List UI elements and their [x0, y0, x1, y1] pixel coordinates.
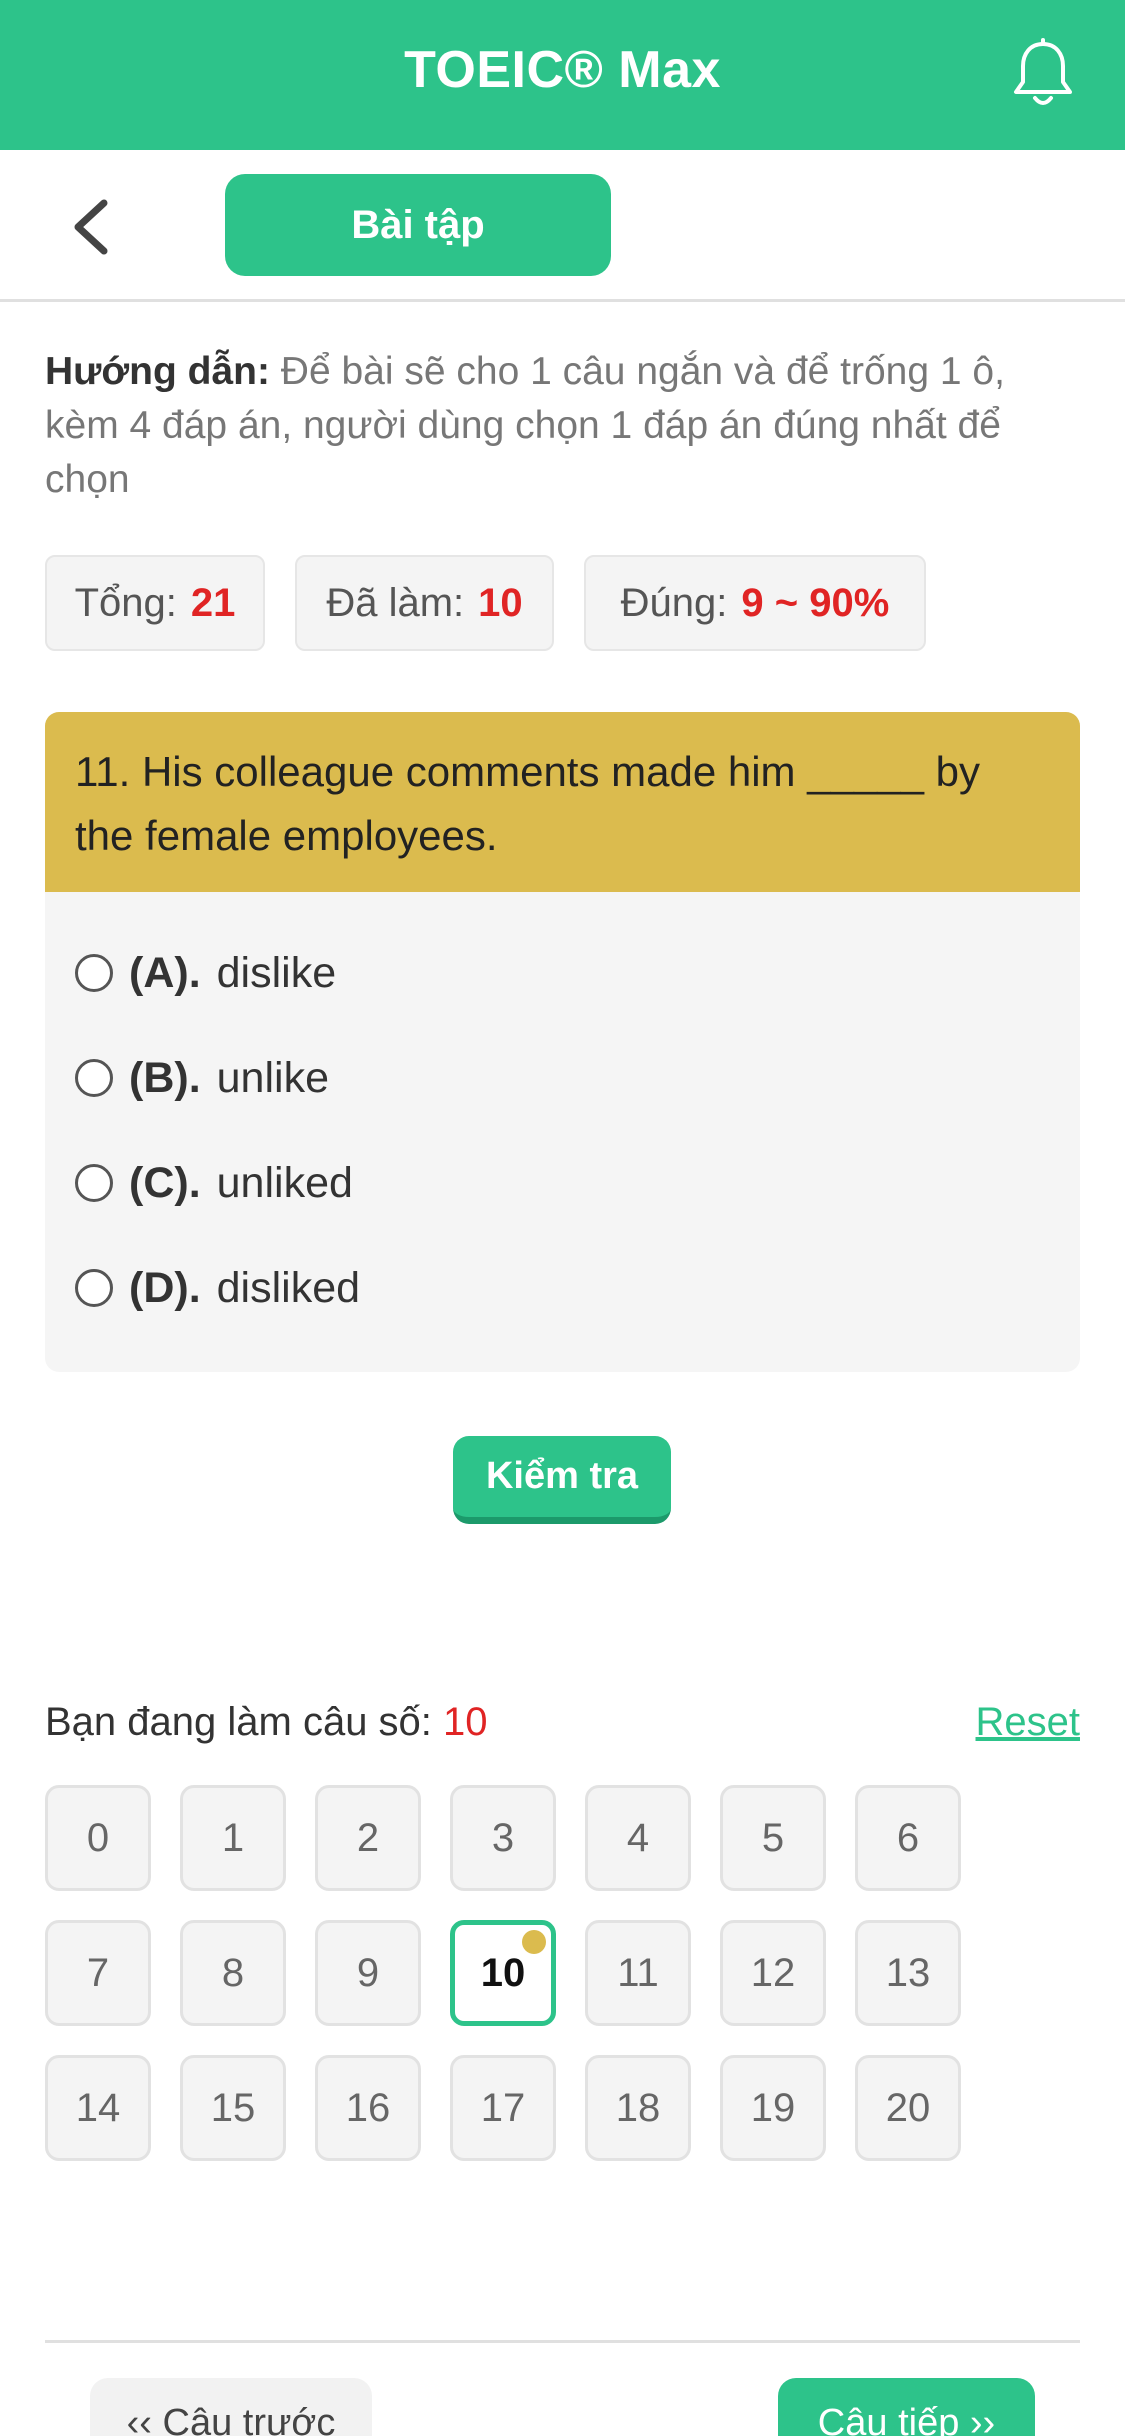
- option-c[interactable]: (C). unliked: [75, 1148, 353, 1218]
- stat-total: Tổng: 21: [45, 555, 265, 651]
- question-number[interactable]: 12: [720, 1920, 826, 2026]
- question-number-label: 8: [221, 1950, 245, 1995]
- stat-done: Đã làm: 10: [295, 555, 554, 651]
- question-number-label: 16: [345, 2085, 391, 2130]
- question-number[interactable]: 1: [180, 1785, 286, 1891]
- question-number-label: 6: [896, 1815, 920, 1860]
- instructions: Hướng dẫn: Để bài sẽ cho 1 câu ngắn và đ…: [45, 345, 1085, 507]
- question-number[interactable]: 20: [855, 2055, 961, 2161]
- stat-correct: Đúng: 9 ~ 90%: [584, 555, 926, 651]
- question-number[interactable]: 9: [315, 1920, 421, 2026]
- option-c-key: (C).: [129, 1158, 201, 1207]
- tab-exercises[interactable]: Bài tập: [225, 174, 611, 276]
- question-number-label: 3: [491, 1815, 515, 1860]
- question-number[interactable]: 0: [45, 1785, 151, 1891]
- app-header: TOEIC® Max: [0, 0, 1125, 150]
- stat-correct-label: Đúng:: [620, 580, 728, 625]
- question-number-label: 0: [86, 1815, 110, 1860]
- progress-text: Bạn đang làm câu số:: [45, 1700, 432, 1744]
- instructions-label: Hướng dẫn:: [45, 350, 270, 393]
- option-b-key: (B).: [129, 1053, 201, 1102]
- question-number[interactable]: 14: [45, 2055, 151, 2161]
- question-number-label: 9: [356, 1950, 380, 1995]
- radio-c[interactable]: [75, 1164, 113, 1202]
- option-b-text: unlike: [216, 1053, 329, 1102]
- question-number-label: 4: [626, 1815, 650, 1860]
- check-button[interactable]: Kiểm tra: [453, 1436, 671, 1524]
- question-number-label: 11: [617, 1950, 659, 1995]
- radio-b[interactable]: [75, 1059, 113, 1097]
- question-number-label: 14: [75, 2085, 121, 2130]
- question-number[interactable]: 6: [855, 1785, 961, 1891]
- radio-a[interactable]: [75, 954, 113, 992]
- stat-total-label: Tổng:: [74, 580, 177, 625]
- radio-d[interactable]: [75, 1269, 113, 1307]
- question-number-label: 1: [221, 1815, 245, 1860]
- question-text: 11. His colleague comments made him ____…: [45, 712, 1080, 892]
- app-title: TOEIC® Max: [404, 41, 721, 99]
- chevron-left-icon[interactable]: [62, 195, 122, 259]
- question-number[interactable]: 17: [450, 2055, 556, 2161]
- bell-icon[interactable]: [1010, 38, 1076, 110]
- option-d[interactable]: (D). disliked: [75, 1253, 360, 1323]
- option-a-text: dislike: [216, 948, 337, 997]
- question-number-current[interactable]: 10: [450, 1920, 556, 2026]
- nav-bar: Bài tập: [0, 150, 1125, 302]
- question-number-label: 18: [615, 2085, 661, 2130]
- option-a[interactable]: (A). dislike: [75, 938, 336, 1008]
- answered-dot: [522, 1930, 546, 1954]
- question-number-label: 12: [750, 1950, 796, 1995]
- prev-question-button[interactable]: ‹‹ Câu trước: [90, 2378, 372, 2436]
- option-a-key: (A).: [129, 948, 201, 997]
- option-c-text: unliked: [216, 1158, 353, 1207]
- progress-label: Bạn đang làm câu số: 10: [45, 1700, 488, 1745]
- question-number-label: 5: [761, 1815, 785, 1860]
- question-number-label: 20: [885, 2085, 931, 2130]
- question-number[interactable]: 3: [450, 1785, 556, 1891]
- question-number[interactable]: 4: [585, 1785, 691, 1891]
- option-b[interactable]: (B). unlike: [75, 1043, 329, 1113]
- question-number[interactable]: 13: [855, 1920, 961, 2026]
- question-number[interactable]: 19: [720, 2055, 826, 2161]
- stat-total-value: 21: [190, 580, 236, 625]
- stat-done-label: Đã làm:: [326, 580, 465, 625]
- question-number-label: 19: [750, 2085, 796, 2130]
- question-number[interactable]: 15: [180, 2055, 286, 2161]
- option-d-key: (D).: [129, 1263, 201, 1312]
- question-number-label: 7: [86, 1950, 110, 1995]
- stat-correct-value: 9 ~ 90%: [741, 580, 890, 625]
- question-number-label: 10: [480, 1950, 526, 1995]
- question-number[interactable]: 7: [45, 1920, 151, 2026]
- question-number[interactable]: 18: [585, 2055, 691, 2161]
- question-number-label: 2: [356, 1815, 380, 1860]
- stat-done-value: 10: [478, 580, 523, 625]
- question-card: 11. His colleague comments made him ____…: [45, 712, 1080, 1372]
- question-number[interactable]: 11: [585, 1920, 691, 2026]
- question-number[interactable]: 8: [180, 1920, 286, 2026]
- question-number[interactable]: 5: [720, 1785, 826, 1891]
- progress-current: 10: [443, 1700, 488, 1744]
- question-number-label: 13: [885, 1950, 931, 1995]
- next-question-button[interactable]: Câu tiếp ››: [778, 2378, 1035, 2436]
- footer-divider: [45, 2340, 1080, 2343]
- option-d-text: disliked: [216, 1263, 361, 1312]
- question-number[interactable]: 2: [315, 1785, 421, 1891]
- question-number-label: 17: [480, 2085, 526, 2130]
- question-number[interactable]: 16: [315, 2055, 421, 2161]
- question-number-label: 15: [210, 2085, 256, 2130]
- reset-link[interactable]: Reset: [970, 1700, 1081, 1745]
